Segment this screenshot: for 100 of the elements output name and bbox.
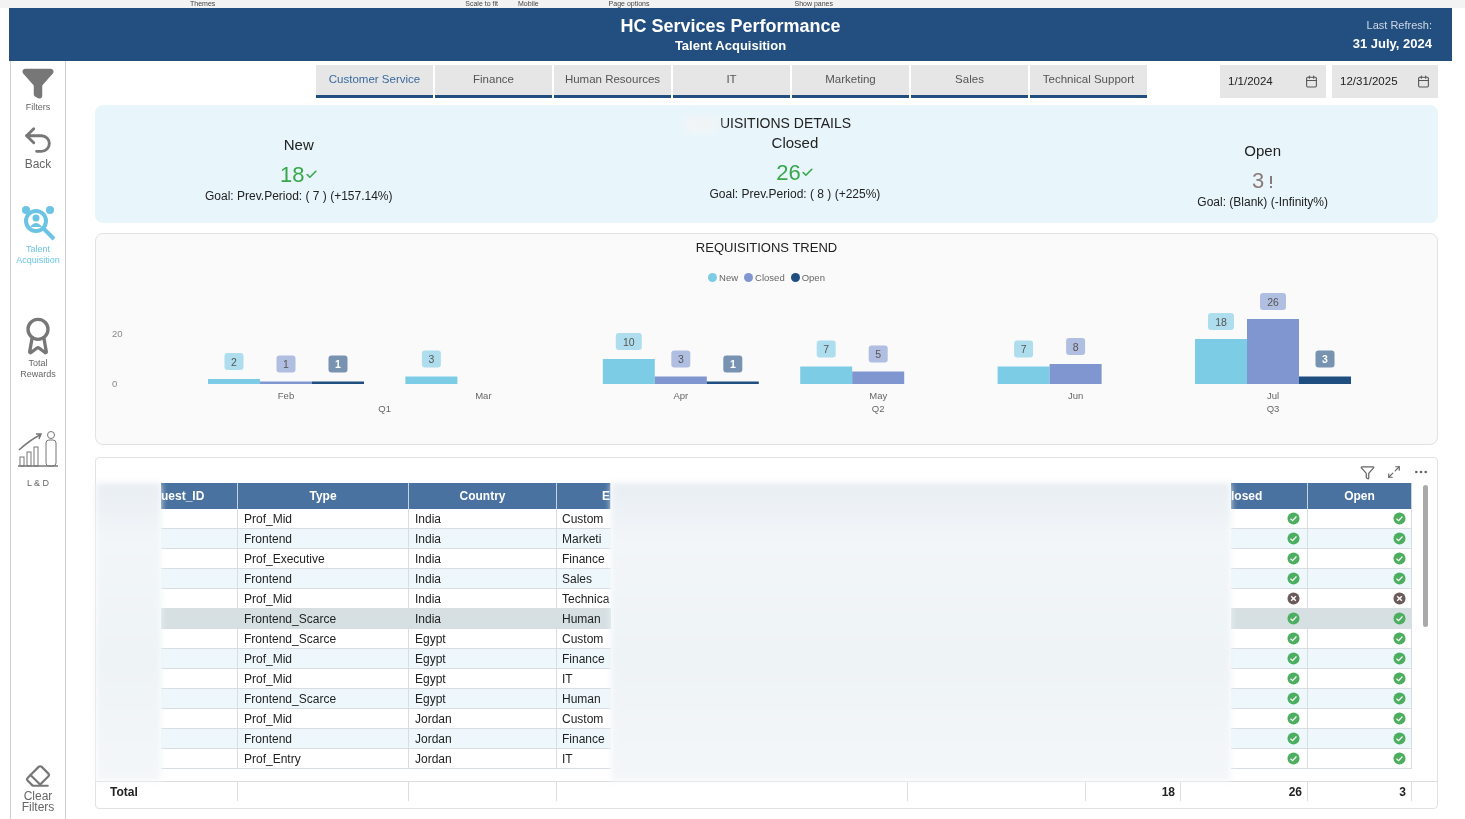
legend-label: Open bbox=[801, 270, 825, 285]
scrollbar[interactable] bbox=[1423, 485, 1428, 627]
table-row[interactable]: Frontend_Scarce India Human bbox=[161, 609, 611, 629]
table-cell: Jordan bbox=[409, 749, 557, 769]
report-title: HC Services Performance bbox=[620, 14, 841, 37]
calendar-icon[interactable] bbox=[1305, 75, 1318, 88]
data-label: 1 bbox=[729, 357, 736, 370]
kpi-value: 18 bbox=[280, 162, 318, 187]
x-group-label: Q3 bbox=[1266, 402, 1279, 414]
department-tab[interactable]: Customer Service bbox=[316, 65, 433, 98]
table-row[interactable]: Prof_Mid India Custom bbox=[161, 509, 611, 529]
date-field[interactable]: 12/31/2025 bbox=[1332, 65, 1438, 98]
legend-item: Closed bbox=[744, 270, 785, 285]
table-row[interactable]: Frontend India Marketi bbox=[161, 529, 611, 549]
data-label: 18 bbox=[1207, 312, 1234, 330]
data-label: 7 bbox=[822, 342, 829, 355]
total-cell: 18 bbox=[1086, 782, 1181, 801]
expand-icon[interactable] bbox=[1387, 465, 1401, 479]
bar bbox=[404, 376, 457, 384]
table-row[interactable]: Prof_Entry Jordan IT bbox=[161, 749, 611, 769]
column-header[interactable]: Type bbox=[238, 483, 409, 509]
legend-label: New bbox=[719, 270, 739, 285]
table-row[interactable]: Prof_Mid Jordan Custom bbox=[161, 709, 611, 729]
data-label: 3 bbox=[421, 350, 441, 368]
data-label: 1 bbox=[282, 357, 289, 370]
column-header[interactable]: E bbox=[557, 483, 611, 509]
growth-chart-icon bbox=[16, 430, 60, 468]
x-tick-label: Feb bbox=[277, 389, 294, 401]
x-tick-label: Apr bbox=[672, 389, 688, 401]
x-tick-label: May bbox=[868, 389, 887, 401]
department-tab[interactable]: Human Resources bbox=[554, 65, 671, 98]
department-tab[interactable]: Marketing bbox=[792, 65, 909, 98]
filter-icon bbox=[21, 66, 55, 100]
kpi-goal: Goal: (Blank) (-Infinity%) bbox=[1197, 193, 1328, 211]
data-label: 3 bbox=[677, 352, 684, 365]
table-row[interactable]: Prof_Executive India Finance bbox=[161, 549, 611, 569]
bar bbox=[1049, 363, 1102, 384]
x-group-label: Q2 bbox=[871, 402, 885, 414]
column-header[interactable]: uest_ID bbox=[161, 483, 238, 509]
kpi-goal: Goal: Prev.Period: ( 7 ) (+157.14%) bbox=[205, 187, 393, 205]
column-header[interactable]: Country bbox=[409, 483, 557, 509]
legend-label: Closed bbox=[755, 270, 785, 285]
data-label: 3 bbox=[1315, 350, 1334, 368]
data-label: 2 bbox=[224, 352, 243, 370]
nav-button[interactable]: Filters bbox=[21, 66, 55, 113]
legend-item: Open bbox=[790, 270, 825, 285]
table-row[interactable]: Frontend Jordan Finance bbox=[161, 729, 611, 749]
refresh-date: 31 July, 2024 bbox=[1352, 34, 1432, 53]
data-label: 1 bbox=[334, 357, 341, 370]
calendar-icon[interactable] bbox=[1417, 75, 1430, 88]
total-label: Total bbox=[96, 782, 238, 801]
table-row[interactable]: Frontend_Scarce Egypt Human bbox=[161, 689, 611, 709]
date-field[interactable]: 1/1/2024 bbox=[1220, 65, 1326, 98]
table-row[interactable]: Prof_Mid India Technica bbox=[161, 589, 611, 609]
data-label: 7 bbox=[816, 340, 836, 358]
table-row[interactable]: Frontend_Scarce Egypt Custom bbox=[161, 629, 611, 649]
eraser-icon bbox=[25, 763, 51, 789]
nav-button[interactable]: Clear Filters bbox=[11, 763, 65, 813]
bar bbox=[851, 371, 904, 384]
y-tick-label: 0 bbox=[111, 377, 117, 389]
data-label: 3 bbox=[427, 352, 434, 365]
table-cell: Prof_Entry bbox=[238, 749, 409, 769]
kpi-label: Open bbox=[1244, 141, 1281, 161]
department-tab[interactable]: IT bbox=[673, 65, 790, 98]
check-icon bbox=[800, 165, 814, 179]
column-header[interactable]: Open bbox=[1308, 483, 1412, 509]
data-label: 5 bbox=[868, 345, 888, 363]
nav-button[interactable]: L & D bbox=[16, 430, 60, 489]
data-label: 7 bbox=[1020, 342, 1027, 355]
department-tab[interactable]: Sales bbox=[911, 65, 1028, 98]
bar bbox=[799, 366, 852, 384]
nav-button[interactable]: Total Rewards bbox=[11, 316, 65, 380]
data-label: 8 bbox=[1065, 337, 1085, 355]
kpi-label: New bbox=[283, 135, 314, 155]
table-row[interactable]: Prof_Mid Egypt Finance bbox=[161, 649, 611, 669]
kpi-section-title: UISITIONS DETAILS bbox=[719, 114, 852, 133]
kpi-label: Closed bbox=[771, 133, 819, 153]
data-label: 5 bbox=[874, 347, 881, 360]
filter-icon[interactable] bbox=[1360, 464, 1375, 480]
department-tab[interactable]: Finance bbox=[435, 65, 552, 98]
nav-button[interactable]: Back bbox=[21, 123, 55, 170]
department-tab[interactable]: Technical Support bbox=[1030, 65, 1147, 98]
kpi-value: 26 bbox=[776, 160, 814, 185]
data-label: 3 bbox=[1321, 352, 1328, 365]
table-row[interactable]: Prof_Mid Egypt IT bbox=[161, 669, 611, 689]
kpi-value: 3 bbox=[1252, 168, 1274, 193]
check-icon bbox=[304, 167, 318, 181]
data-label: 3 bbox=[670, 350, 690, 368]
data-label: 26 bbox=[1266, 295, 1279, 308]
data-label: 1 bbox=[328, 355, 347, 373]
legend-item: New bbox=[708, 270, 739, 285]
x-tick-label: Mar bbox=[474, 389, 492, 401]
bar bbox=[997, 366, 1050, 384]
table-row[interactable]: Frontend India Sales bbox=[161, 569, 611, 589]
data-label: 2 bbox=[230, 355, 237, 368]
kpi-goal: Goal: Prev.Period: ( 8 ) (+225%) bbox=[709, 185, 881, 203]
data-label: 10 bbox=[615, 332, 642, 350]
total-cell: 3 bbox=[1308, 782, 1412, 801]
data-label: 26 bbox=[1259, 292, 1286, 310]
column-header[interactable]: losed bbox=[1231, 483, 1308, 509]
